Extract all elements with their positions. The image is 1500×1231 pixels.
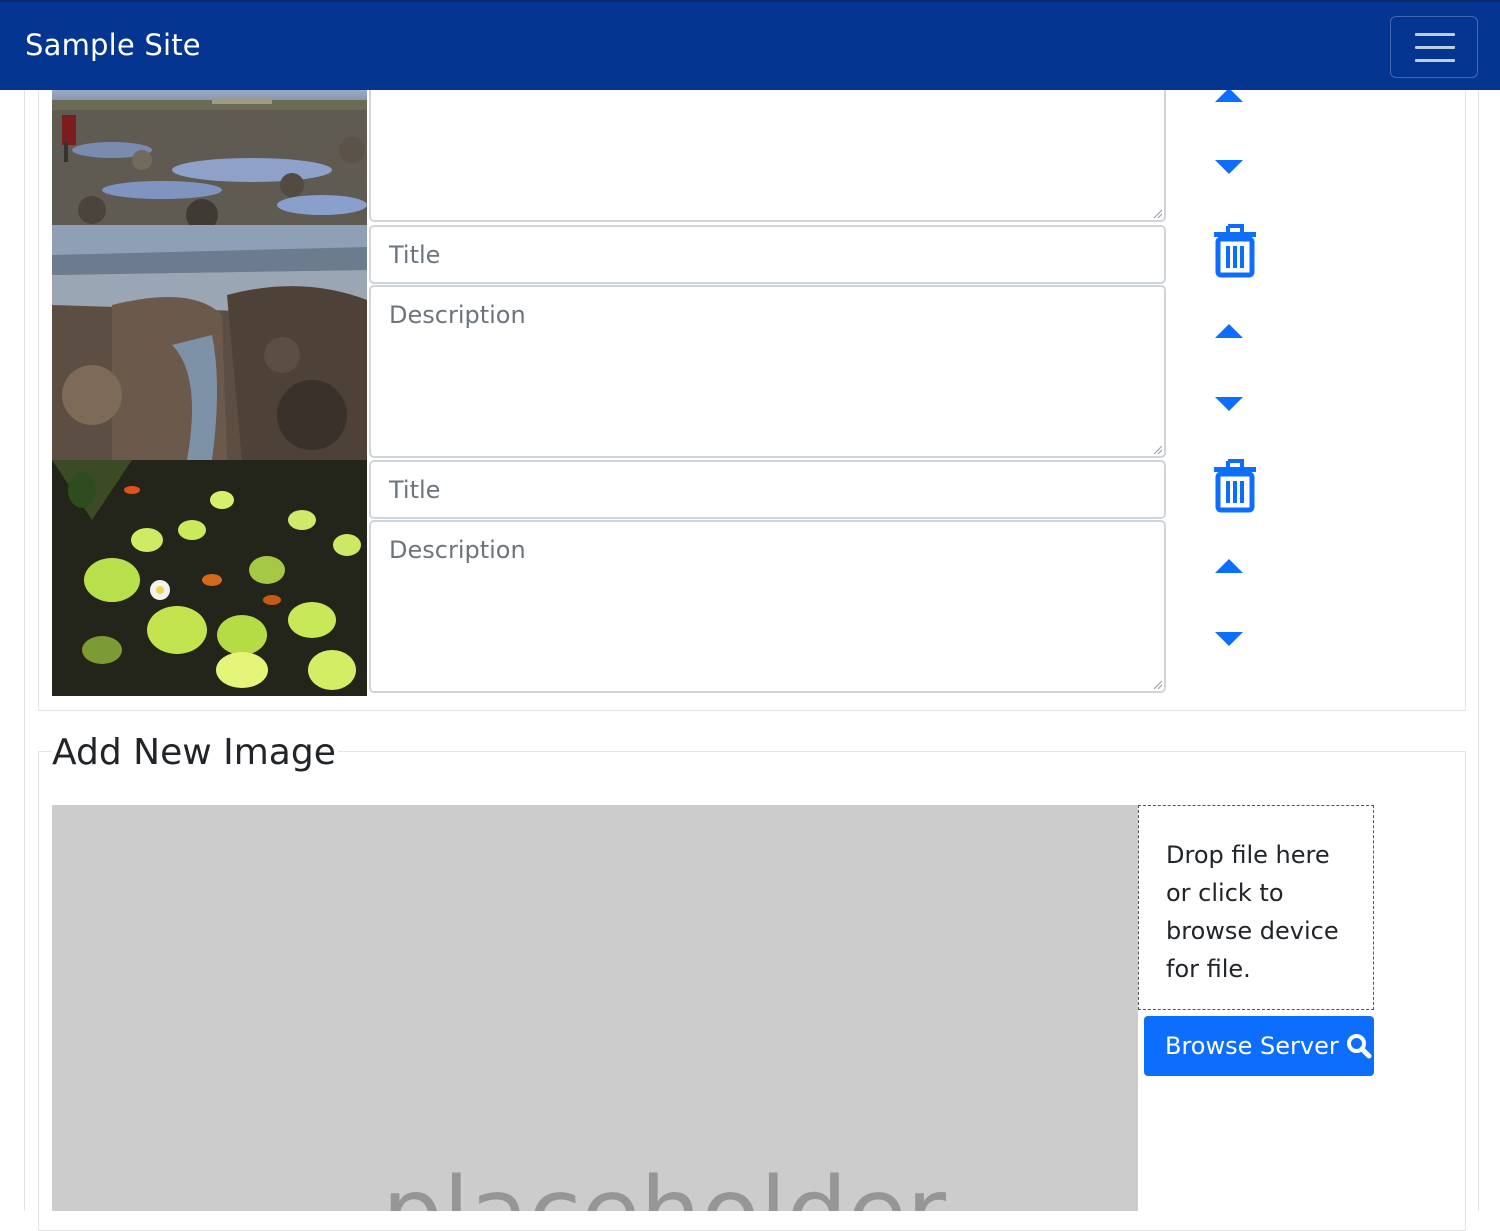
nav-toggle-button-overlay[interactable] (1390, 16, 1478, 78)
resize-handle-icon[interactable] (1152, 208, 1162, 218)
description-textarea-2[interactable]: Description (369, 285, 1166, 458)
hamburger-menu-icon (1415, 33, 1455, 36)
image-preview-placeholder: placeholder (52, 805, 1138, 1211)
description-textarea-1[interactable] (369, 70, 1166, 222)
description-placeholder: Description (389, 536, 526, 564)
title-input-2[interactable]: Title (369, 225, 1166, 284)
image-thumbnail-rocky-shore (52, 225, 367, 460)
description-placeholder: Description (389, 301, 526, 329)
container-edge-right (1478, 90, 1479, 1211)
caret-up-icon[interactable] (1213, 320, 1245, 340)
image-thumbnail-rocky-beach (52, 90, 367, 225)
file-dropzone[interactable]: Drop file here or click to browse device… (1138, 805, 1374, 1010)
trash-icon[interactable] (1212, 224, 1258, 278)
description-textarea-3[interactable]: Description (369, 520, 1166, 693)
placeholder-text: placeholder (382, 1157, 946, 1211)
caret-down-icon[interactable] (1213, 395, 1245, 415)
hamburger-menu-icon-bar (1415, 46, 1455, 49)
resize-handle-icon[interactable] (1152, 444, 1162, 454)
add-image-legend: Add New Image (52, 732, 338, 773)
top-navbar-overlay: Sample Site (0, 0, 1500, 90)
container-edge-left (24, 90, 25, 1211)
caret-down-icon[interactable] (1213, 630, 1245, 650)
resize-handle-icon[interactable] (1152, 679, 1162, 689)
title-input-3[interactable]: Title (369, 460, 1166, 519)
trash-icon[interactable] (1212, 459, 1258, 513)
caret-down-icon[interactable] (1213, 158, 1245, 178)
caret-up-icon[interactable] (1213, 555, 1245, 575)
browse-server-button[interactable]: Browse Server (1144, 1016, 1374, 1076)
browse-server-label: Browse Server (1165, 1032, 1339, 1060)
image-thumbnail-lily-pond (52, 460, 367, 696)
search-icon (1346, 1034, 1372, 1059)
hamburger-menu-icon-bar (1415, 59, 1455, 62)
site-brand-overlay[interactable]: Sample Site (25, 28, 201, 62)
